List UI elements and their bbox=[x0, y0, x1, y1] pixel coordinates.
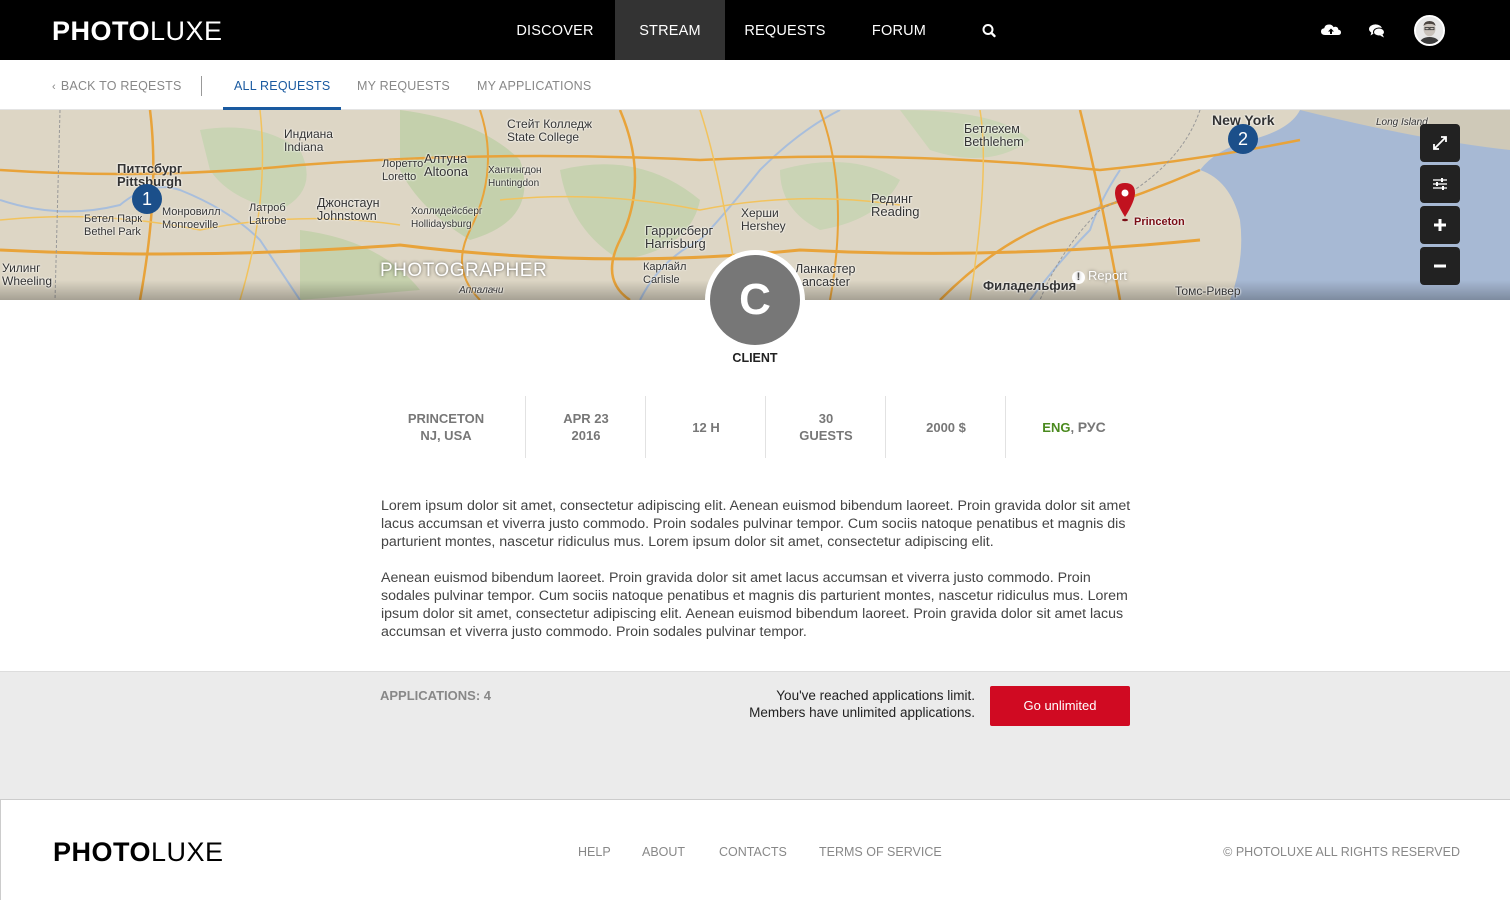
search-icon[interactable] bbox=[975, 18, 1003, 44]
nav-requests[interactable]: REQUESTS bbox=[735, 0, 835, 60]
go-unlimited-button[interactable]: Go unlimited bbox=[990, 686, 1130, 726]
footer: PHOTOLUXE HELP ABOUT CONTACTS TERMS OF S… bbox=[0, 799, 1510, 900]
map-label: Гаррисберг Harrisburg bbox=[645, 223, 714, 251]
stat-guests: 30 GUESTS bbox=[766, 396, 886, 458]
divider bbox=[201, 76, 202, 96]
tab-my-requests[interactable]: MY REQUESTS bbox=[357, 60, 450, 110]
map-label: Алтуна Altoona bbox=[424, 151, 469, 179]
back-to-requests-link[interactable]: ‹ BACK TO REQESTS bbox=[52, 60, 182, 110]
zoom-in-icon bbox=[1434, 219, 1446, 231]
footer-link-about[interactable]: ABOUT bbox=[642, 845, 685, 859]
logo[interactable]: PHOTOLUXE bbox=[52, 16, 223, 46]
applications-limit-message: You've reached applications limit. Membe… bbox=[700, 687, 975, 721]
map-label: Холлидейсберг Hollidaysburg bbox=[411, 206, 483, 230]
zoom-out-icon bbox=[1434, 264, 1446, 268]
map-label: Индиана Indiana bbox=[284, 127, 333, 154]
chevron-left-icon: ‹ bbox=[52, 81, 56, 93]
sub-navbar: ‹ BACK TO REQESTS ALL REQUESTS MY REQUEST… bbox=[0, 60, 1510, 110]
map-label: Латроб Latrobe bbox=[249, 202, 287, 227]
applications-count: APPLICATIONS: 4 bbox=[380, 688, 491, 703]
stat-location: PRINCETON NJ, USA bbox=[386, 396, 506, 458]
language-primary: ENG bbox=[1042, 419, 1071, 435]
client-label: CLIENT bbox=[732, 351, 778, 365]
filter-button[interactable] bbox=[1420, 165, 1460, 203]
back-label: BACK TO REQESTS bbox=[60, 79, 182, 93]
map-label: Ланкастер Lancaster bbox=[795, 262, 856, 289]
client-initial: C bbox=[710, 255, 800, 345]
report-link[interactable]: ! Report bbox=[1072, 268, 1127, 284]
report-label: Report bbox=[1088, 268, 1128, 283]
map-label: Хантингдон Huntingdon bbox=[488, 165, 542, 189]
stat-languages: ENG, РУС bbox=[1014, 396, 1134, 458]
nav-discover[interactable]: DISCOVER bbox=[505, 0, 605, 60]
zoom-out-button[interactable] bbox=[1420, 247, 1460, 285]
fullscreen-icon bbox=[1433, 136, 1447, 150]
description-paragraph: Lorem ipsum dolor sit amet, consectetur … bbox=[381, 498, 1131, 550]
alert-icon: ! bbox=[1072, 271, 1085, 284]
chat-icon[interactable] bbox=[1364, 18, 1390, 44]
tab-all-requests[interactable]: ALL REQUESTS bbox=[223, 60, 342, 110]
top-navbar: PHOTOLUXE DISCOVER STREAM REQUESTS FORUM bbox=[0, 0, 1510, 60]
stat-date: APR 23 2016 bbox=[526, 396, 646, 458]
stat-value: NJ, USA bbox=[420, 428, 472, 443]
footer-link-help[interactable]: HELP bbox=[578, 845, 611, 859]
map-label: Стейт Колледж State College bbox=[507, 117, 593, 144]
language-secondary: РУС bbox=[1077, 418, 1106, 435]
stat-value: 2000 $ bbox=[926, 419, 966, 435]
zoom-in-button[interactable] bbox=[1420, 206, 1460, 244]
stat-value: GUESTS bbox=[799, 428, 853, 443]
stat-divider bbox=[1005, 396, 1006, 458]
limit-text: You've reached applications limit. bbox=[776, 688, 975, 703]
map-label: Монровилл Monroeville bbox=[162, 206, 221, 231]
map-label: Princeton bbox=[1134, 216, 1185, 228]
map-label: Уилинг Wheeling bbox=[2, 261, 53, 288]
footer-link-contacts[interactable]: CONTACTS bbox=[719, 845, 787, 859]
language-separator: , bbox=[1070, 419, 1078, 435]
map-label: Аппалачи bbox=[459, 285, 504, 296]
map-label: Филадельфия bbox=[983, 278, 1077, 293]
stat-value: 12 H bbox=[692, 419, 720, 435]
filter-icon bbox=[1433, 178, 1447, 190]
role-label: PHOTOGRAPHER bbox=[380, 260, 548, 281]
footer-logo[interactable]: PHOTOLUXE bbox=[53, 837, 224, 867]
map-label: Херши Hershey bbox=[741, 206, 786, 233]
map-label: Джонстаун Johnstown bbox=[317, 196, 380, 223]
client-avatar[interactable]: C bbox=[705, 250, 805, 350]
avatar[interactable] bbox=[1414, 15, 1445, 46]
stat-value: 2016 bbox=[571, 428, 601, 443]
map-cluster-marker[interactable]: 1 bbox=[132, 184, 162, 214]
map-cluster-marker[interactable]: 2 bbox=[1228, 124, 1258, 154]
stat-value: 30 bbox=[818, 411, 834, 426]
map-label: Бетлехем Bethlehem bbox=[964, 122, 1024, 149]
limit-text: Members have unlimited applications. bbox=[749, 705, 975, 720]
map-label: Томс-Ривер bbox=[1175, 284, 1241, 298]
fullscreen-button[interactable] bbox=[1420, 124, 1460, 162]
description-paragraph: Aenean euismod bibendum laoreet. Proin g… bbox=[381, 570, 1128, 640]
map-label: Лоретто Loretto bbox=[382, 158, 424, 183]
map-label: Карлайл Carlisle bbox=[643, 261, 687, 286]
applications-bar: APPLICATIONS: 4 You've reached applicati… bbox=[0, 671, 1510, 799]
copyright: © PHOTOLUXE ALL RIGHTS RESERVED bbox=[1223, 845, 1460, 859]
map-label: Бетел Парк Bethel Park bbox=[84, 213, 143, 238]
nav-stream[interactable]: STREAM bbox=[615, 0, 725, 60]
map-label: Рединг Reading bbox=[871, 191, 920, 219]
footer-link-terms[interactable]: TERMS OF SERVICE bbox=[819, 845, 942, 859]
stat-duration: 12 H bbox=[646, 396, 766, 458]
tab-my-applications[interactable]: MY APPLICATIONS bbox=[477, 60, 591, 110]
location-pin-icon[interactable] bbox=[1114, 182, 1136, 227]
stat-budget: 2000 $ bbox=[886, 396, 1006, 458]
cloud-upload-icon[interactable] bbox=[1318, 18, 1344, 44]
stat-value: APR 23 bbox=[563, 411, 609, 426]
nav-forum[interactable]: FORUM bbox=[855, 0, 943, 60]
stat-value: PRINCETON bbox=[407, 411, 485, 426]
